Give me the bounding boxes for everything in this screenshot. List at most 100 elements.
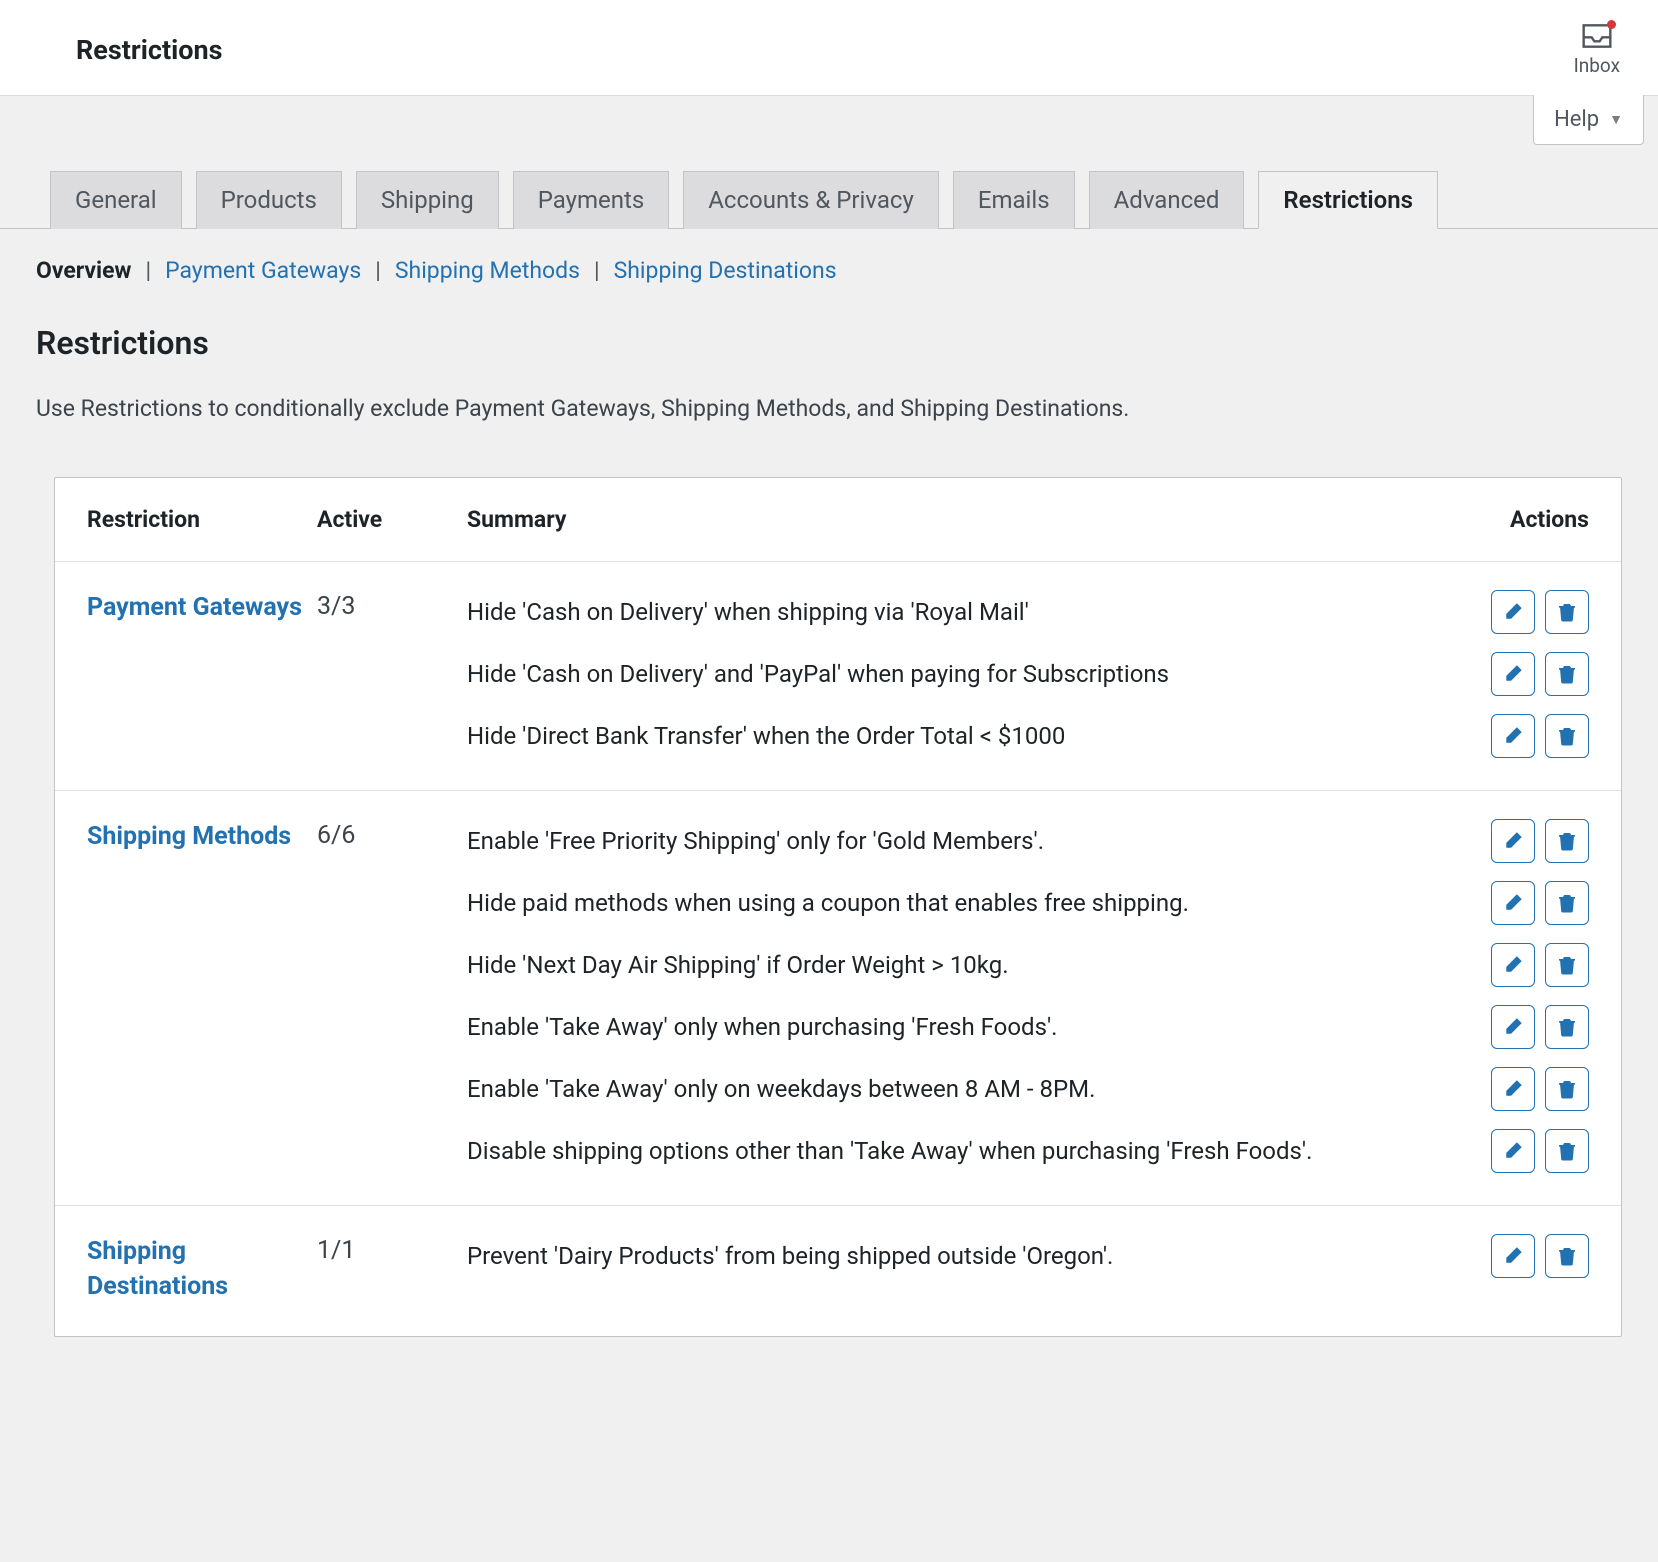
tab-emails[interactable]: Emails: [953, 171, 1075, 229]
sub-tabs: Overview|Payment Gateways|Shipping Metho…: [0, 229, 1658, 284]
section-header: Restrictions Use Restrictions to conditi…: [0, 284, 1658, 425]
rule-row: Hide 'Next Day Air Shipping' if Order We…: [467, 943, 1589, 987]
edit-button[interactable]: [1491, 881, 1535, 925]
col-summary: Summary: [467, 506, 1429, 533]
rules-list: Prevent 'Dairy Products' from being ship…: [467, 1234, 1589, 1278]
subtab-overview[interactable]: Overview: [36, 257, 131, 284]
subtab-separator: |: [137, 257, 159, 284]
rule-actions: [1491, 819, 1589, 863]
help-toggle[interactable]: Help ▼: [1533, 95, 1644, 145]
edit-button[interactable]: [1491, 1005, 1535, 1049]
tab-restrictions[interactable]: Restrictions: [1258, 171, 1438, 229]
table-row: Payment Gateways3/3Hide 'Cash on Deliver…: [55, 562, 1621, 791]
delete-button[interactable]: [1545, 1005, 1589, 1049]
rule-summary: Hide 'Cash on Delivery' and 'PayPal' whe…: [467, 657, 1473, 692]
tab-advanced[interactable]: Advanced: [1089, 171, 1245, 229]
active-count: 1/1: [317, 1234, 467, 1265]
inbox-icon: [1581, 22, 1613, 50]
restriction-group-link[interactable]: Payment Gateways: [87, 590, 317, 625]
rule-row: Hide 'Cash on Delivery' and 'PayPal' whe…: [467, 652, 1589, 696]
edit-button[interactable]: [1491, 943, 1535, 987]
edit-button[interactable]: [1491, 590, 1535, 634]
rule-actions: [1491, 881, 1589, 925]
pencil-icon: [1503, 955, 1523, 975]
rule-actions: [1491, 590, 1589, 634]
col-restriction: Restriction: [87, 506, 317, 533]
rule-summary: Hide paid methods when using a coupon th…: [467, 886, 1473, 921]
pencil-icon: [1503, 893, 1523, 913]
rule-summary: Hide 'Next Day Air Shipping' if Order We…: [467, 948, 1473, 983]
pencil-icon: [1503, 1079, 1523, 1099]
trash-icon: [1558, 664, 1576, 684]
pencil-icon: [1503, 1017, 1523, 1037]
inbox-label: Inbox: [1574, 54, 1620, 77]
rules-list: Hide 'Cash on Delivery' when shipping vi…: [467, 590, 1589, 758]
page-title: Restrictions: [76, 34, 223, 66]
delete-button[interactable]: [1545, 590, 1589, 634]
section-title: Restrictions: [36, 324, 1622, 362]
rule-summary: Enable 'Take Away' only when purchasing …: [467, 1010, 1473, 1045]
trash-icon: [1558, 893, 1576, 913]
rule-summary: Hide 'Direct Bank Transfer' when the Ord…: [467, 719, 1473, 754]
subtab-separator: |: [586, 257, 608, 284]
edit-button[interactable]: [1491, 652, 1535, 696]
subtab-separator: |: [367, 257, 389, 284]
pencil-icon: [1503, 664, 1523, 684]
edit-button[interactable]: [1491, 1234, 1535, 1278]
pencil-icon: [1503, 602, 1523, 622]
subtab-shipping-destinations[interactable]: Shipping Destinations: [614, 257, 837, 284]
delete-button[interactable]: [1545, 652, 1589, 696]
top-bar: Restrictions Inbox: [0, 0, 1658, 96]
section-description: Use Restrictions to conditionally exclud…: [36, 392, 1622, 425]
tab-products[interactable]: Products: [196, 171, 342, 229]
trash-icon: [1558, 1079, 1576, 1099]
restrictions-table: Restriction Active Summary Actions Payme…: [54, 477, 1622, 1337]
trash-icon: [1558, 831, 1576, 851]
trash-icon: [1558, 602, 1576, 622]
rule-actions: [1491, 714, 1589, 758]
rule-row: Disable shipping options other than 'Tak…: [467, 1129, 1589, 1173]
rule-actions: [1491, 943, 1589, 987]
delete-button[interactable]: [1545, 1234, 1589, 1278]
rule-row: Hide paid methods when using a coupon th…: [467, 881, 1589, 925]
rule-summary: Disable shipping options other than 'Tak…: [467, 1134, 1473, 1169]
trash-icon: [1558, 955, 1576, 975]
pencil-icon: [1503, 726, 1523, 746]
tab-general[interactable]: General: [50, 171, 182, 229]
trash-icon: [1558, 1141, 1576, 1161]
tab-shipping[interactable]: Shipping: [356, 171, 499, 229]
inbox-button[interactable]: Inbox: [1574, 22, 1620, 77]
delete-button[interactable]: [1545, 943, 1589, 987]
rule-row: Enable 'Free Priority Shipping' only for…: [467, 819, 1589, 863]
edit-button[interactable]: [1491, 714, 1535, 758]
tab-accounts-privacy[interactable]: Accounts & Privacy: [683, 171, 939, 229]
rule-row: Hide 'Cash on Delivery' when shipping vi…: [467, 590, 1589, 634]
chevron-down-icon: ▼: [1609, 111, 1623, 128]
delete-button[interactable]: [1545, 819, 1589, 863]
table-row: Shipping Methods6/6Enable 'Free Priority…: [55, 791, 1621, 1206]
rule-summary: Hide 'Cash on Delivery' when shipping vi…: [467, 595, 1473, 630]
rule-actions: [1491, 1005, 1589, 1049]
table-header: Restriction Active Summary Actions: [55, 478, 1621, 562]
restriction-group-link[interactable]: Shipping Destinations: [87, 1234, 317, 1304]
primary-tabs: GeneralProductsShippingPaymentsAccounts …: [0, 145, 1658, 229]
delete-button[interactable]: [1545, 881, 1589, 925]
pencil-icon: [1503, 831, 1523, 851]
table-row: Shipping Destinations1/1Prevent 'Dairy P…: [55, 1206, 1621, 1336]
tab-payments[interactable]: Payments: [513, 171, 670, 229]
delete-button[interactable]: [1545, 714, 1589, 758]
rule-summary: Prevent 'Dairy Products' from being ship…: [467, 1239, 1473, 1274]
subtab-payment-gateways[interactable]: Payment Gateways: [165, 257, 361, 284]
restriction-group-link[interactable]: Shipping Methods: [87, 819, 317, 854]
col-actions: Actions: [1429, 506, 1589, 533]
rule-row: Enable 'Take Away' only on weekdays betw…: [467, 1067, 1589, 1111]
edit-button[interactable]: [1491, 819, 1535, 863]
trash-icon: [1558, 1017, 1576, 1037]
delete-button[interactable]: [1545, 1129, 1589, 1173]
delete-button[interactable]: [1545, 1067, 1589, 1111]
subtab-shipping-methods[interactable]: Shipping Methods: [395, 257, 580, 284]
edit-button[interactable]: [1491, 1129, 1535, 1173]
edit-button[interactable]: [1491, 1067, 1535, 1111]
rule-actions: [1491, 1129, 1589, 1173]
rule-row: Prevent 'Dairy Products' from being ship…: [467, 1234, 1589, 1278]
